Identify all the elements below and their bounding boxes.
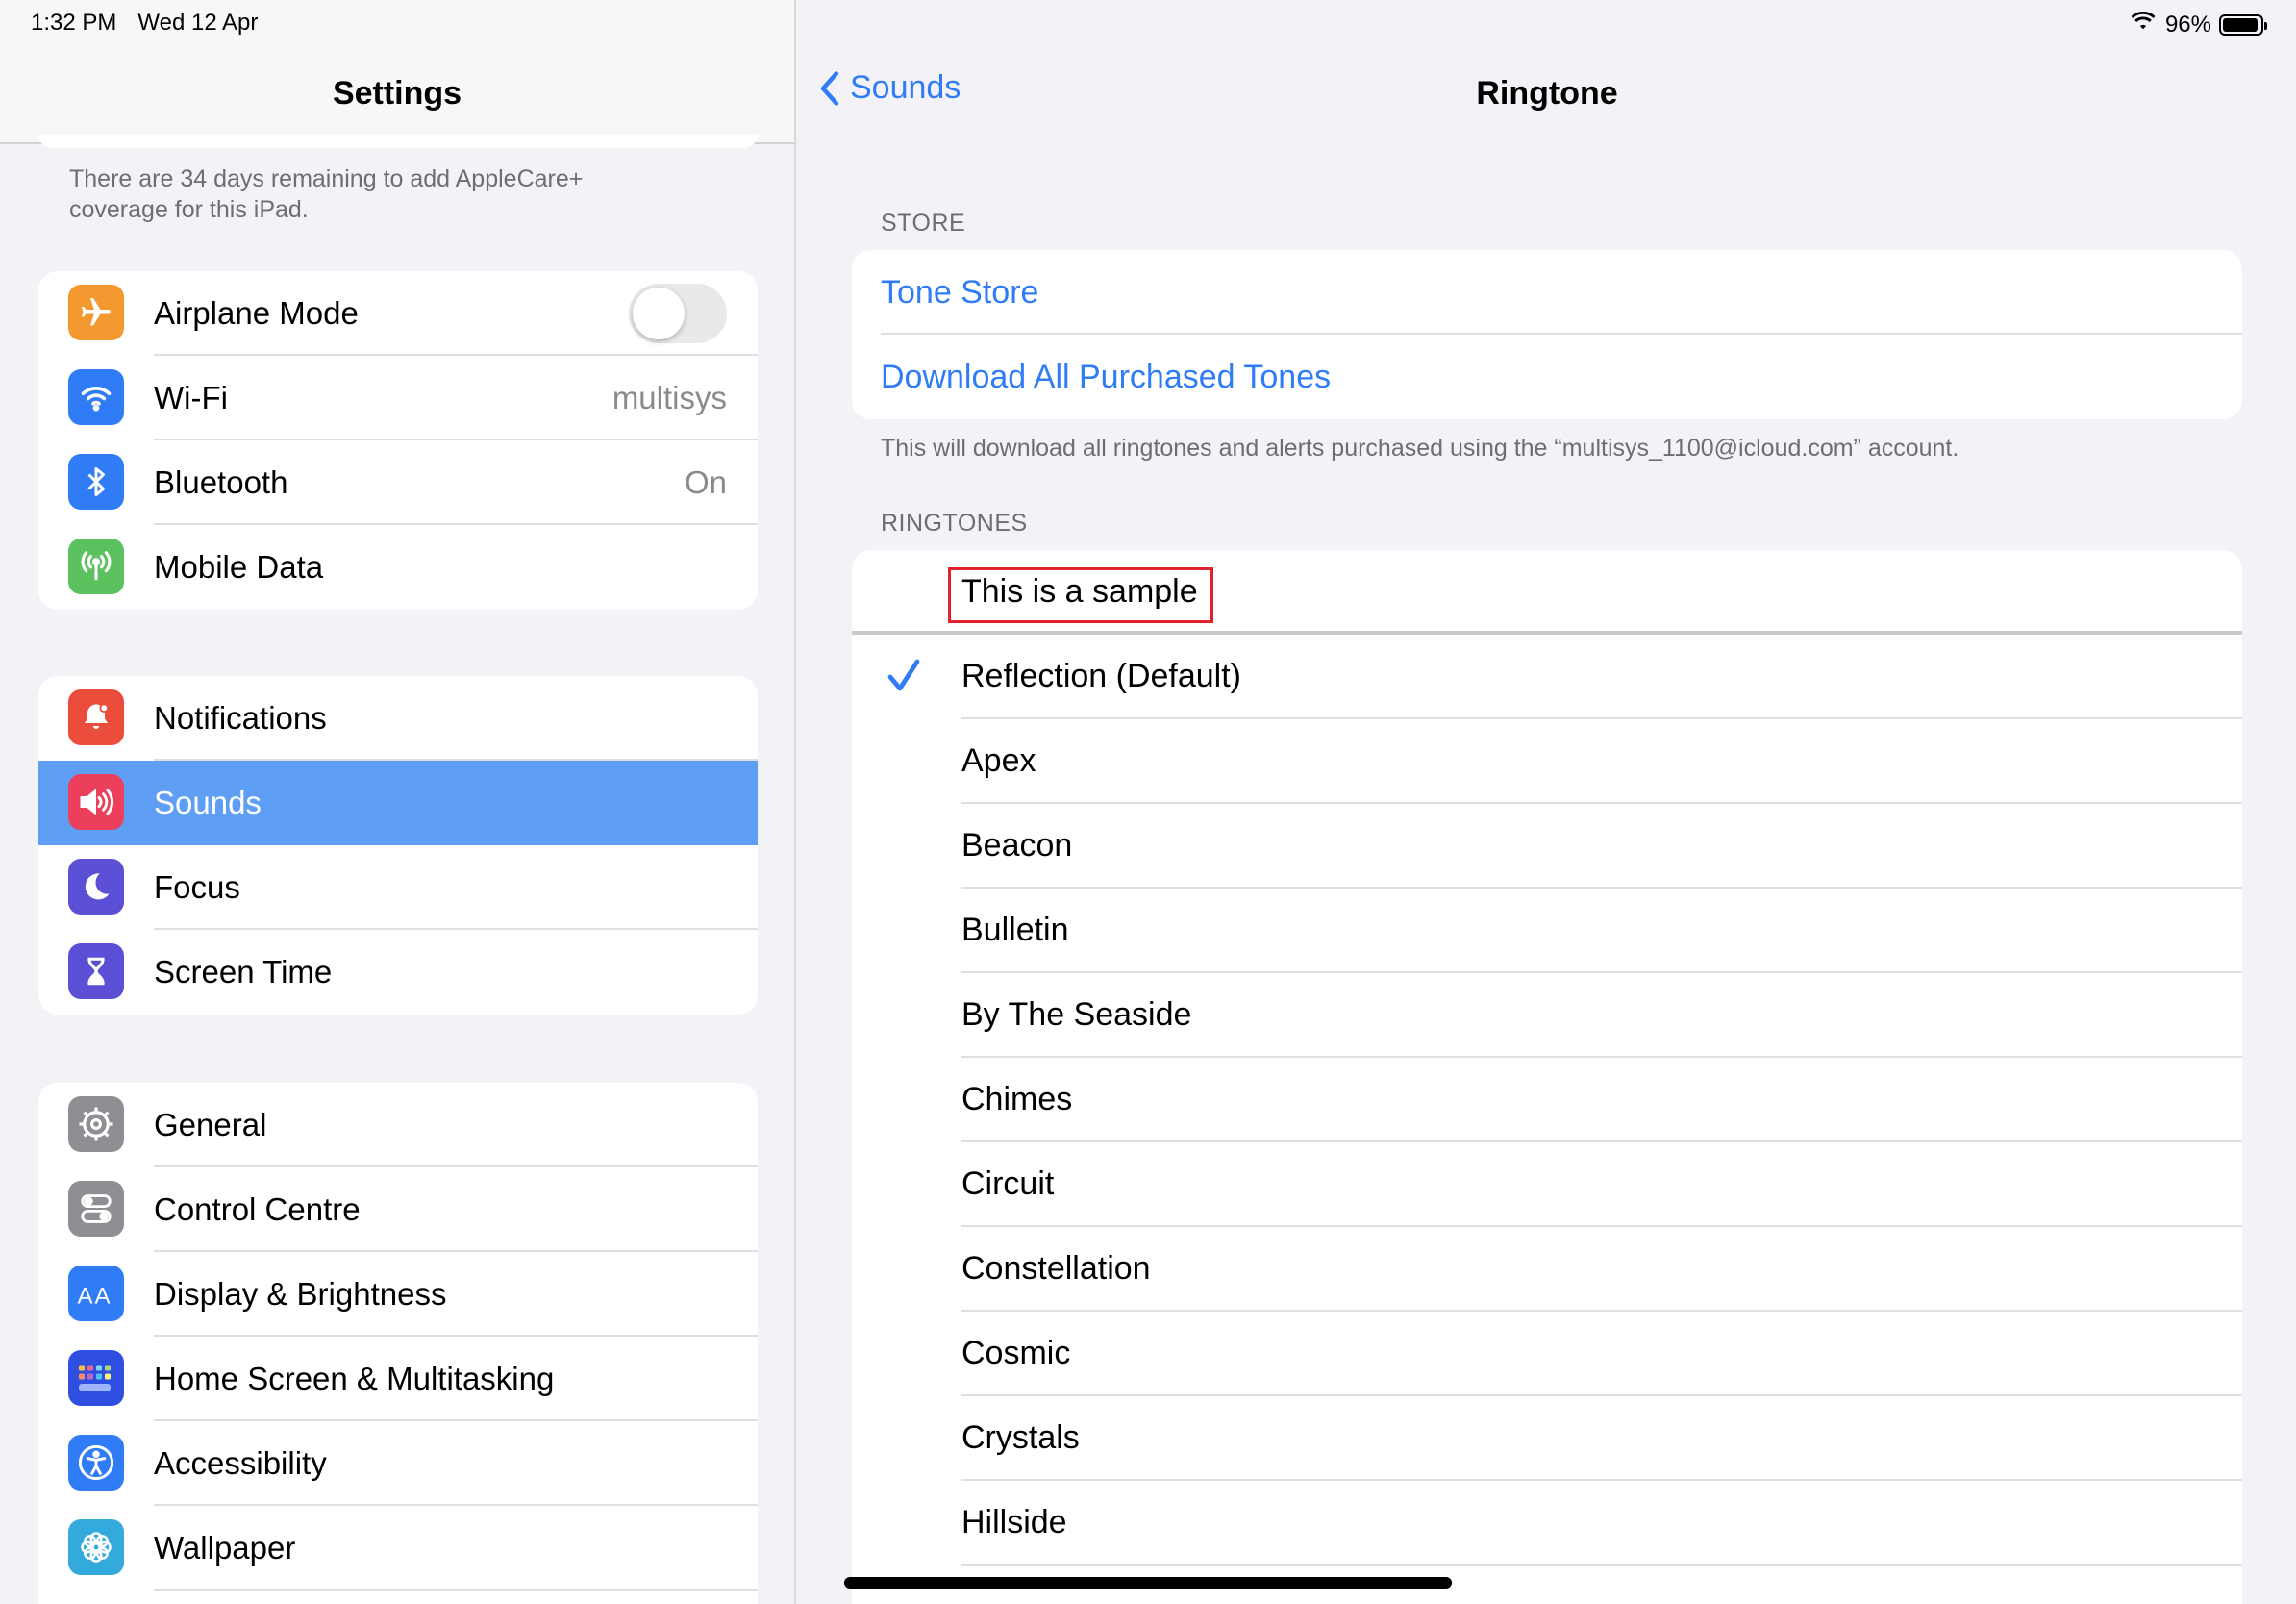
- sidebar-item-label: Wallpaper: [154, 1530, 296, 1566]
- tone-store-link[interactable]: Tone Store: [881, 274, 1038, 312]
- ringtones-section-header: RINGTONES: [881, 510, 1028, 537]
- sidebar-item-screen-time[interactable]: Screen Time: [38, 930, 758, 1015]
- download-all-tones-link[interactable]: Download All Purchased Tones: [881, 359, 1331, 396]
- list-item[interactable]: Apex: [852, 719, 2242, 804]
- list-item[interactable]: Reflection (Default): [852, 635, 2242, 719]
- applecare-note: There are 34 days remaining to add Apple…: [69, 165, 584, 223]
- sidebar-item-label: Control Centre: [154, 1191, 361, 1227]
- sidebar-item-mobile-data[interactable]: Mobile Data: [38, 525, 758, 610]
- sidebar-item-label: Sounds: [154, 785, 262, 820]
- list-item[interactable]: By The Seaside: [852, 973, 2242, 1058]
- sidebar-item-label: Wi-Fi: [154, 380, 228, 415]
- tone-store-row[interactable]: Tone Store: [852, 250, 2242, 335]
- sidebar-item-control-centre[interactable]: Control Centre: [38, 1167, 758, 1252]
- list-item[interactable]: Cosmic: [852, 1312, 2242, 1396]
- divider: [961, 1564, 2242, 1566]
- list-item[interactable]: Crystals: [852, 1396, 2242, 1481]
- toggle-knob: [633, 288, 685, 339]
- status-date: Wed 12 Apr: [137, 10, 259, 36]
- checkmark-icon: [887, 659, 920, 691]
- wifi-network-value: multisys: [611, 380, 727, 415]
- sidebar-item-label: Accessibility: [154, 1445, 327, 1481]
- page-title: Ringtone: [1476, 75, 1618, 112]
- list-item[interactable]: Beacon: [852, 804, 2242, 889]
- ringtone-label: Bulletin: [961, 912, 1069, 948]
- ringtone-label: Constellation: [961, 1250, 1151, 1287]
- sample-label: This is a sample: [961, 573, 1198, 610]
- download-all-row[interactable]: Download All Purchased Tones: [852, 335, 2242, 419]
- ringtone-label: Circuit: [961, 1165, 1055, 1202]
- ringtone-label: Reflection (Default): [961, 658, 1242, 694]
- sidebar-item-label: Focus: [154, 869, 240, 905]
- ringtone-label: Apex: [961, 742, 1036, 779]
- ringtone-detail: Sounds Ringtone STORE Tone Store Downloa…: [798, 0, 2296, 1604]
- ringtone-label: Cosmic: [961, 1335, 1071, 1371]
- ringtones-list: This is a sample Reflection (Default) Ap…: [852, 550, 2242, 1604]
- sidebar-item-notifications[interactable]: Notifications: [38, 676, 758, 761]
- sidebar-item-airplane-mode[interactable]: Airplane Mode: [38, 271, 758, 356]
- ringtone-label: By The Seaside: [961, 996, 1192, 1033]
- bluetooth-status-value: On: [684, 464, 727, 500]
- switches-icon: [68, 1181, 124, 1237]
- sidebar-item-label: General: [154, 1107, 267, 1142]
- sidebar-item-bluetooth[interactable]: Bluetooth On: [38, 440, 758, 525]
- notifications-group: Notifications Sounds Focus Screen Time: [38, 676, 758, 1015]
- settings-sidebar: Settings There are 34 days remaining to …: [0, 0, 796, 1604]
- sidebar-item-label: Mobile Data: [154, 549, 324, 585]
- antenna-icon: [68, 539, 124, 594]
- gear-icon: [68, 1096, 124, 1152]
- svg-text:A: A: [95, 1284, 111, 1309]
- text-size-icon: AA: [68, 1266, 124, 1321]
- list-item[interactable]: Bulletin: [852, 889, 2242, 973]
- sidebar-item-sounds[interactable]: Sounds: [38, 761, 758, 845]
- sample-row: This is a sample: [852, 550, 2242, 635]
- store-section-header: STORE: [881, 210, 966, 237]
- sidebar-item-display-brightness[interactable]: AA Display & Brightness: [38, 1252, 758, 1337]
- accessibility-icon: [68, 1435, 124, 1491]
- wifi-icon: [68, 369, 124, 425]
- sidebar-item-wallpaper[interactable]: Wallpaper: [38, 1506, 758, 1591]
- general-group: General Control Centre AA Display & Brig…: [38, 1083, 758, 1604]
- sidebar-item-label: Screen Time: [154, 954, 333, 990]
- flower-icon: [68, 1519, 124, 1575]
- ringtone-label: Chimes: [961, 1081, 1073, 1117]
- sidebar-item-label: Notifications: [154, 700, 327, 736]
- speaker-icon: [68, 774, 124, 830]
- status-bar-left: 1:32 PM Wed 12 Apr: [31, 10, 258, 37]
- divider: [154, 1589, 758, 1591]
- ringtone-label: Beacon: [961, 827, 1073, 864]
- sidebar-item-focus[interactable]: Focus: [38, 845, 758, 930]
- list-item[interactable]: Circuit: [852, 1142, 2242, 1227]
- airplane-mode-toggle[interactable]: [629, 284, 727, 343]
- applecare-card[interactable]: [38, 135, 758, 148]
- status-time: 1:32 PM: [31, 10, 117, 36]
- sidebar-item-home-screen[interactable]: Home Screen & Multitasking: [38, 1337, 758, 1421]
- sidebar-item-general[interactable]: General: [38, 1083, 758, 1167]
- connectivity-group: Airplane Mode Wi-Fi multisys Bluetooth O…: [38, 271, 758, 610]
- bell-icon: [68, 689, 124, 745]
- list-item[interactable]: Hillside: [852, 1481, 2242, 1566]
- sidebar-item-label: Airplane Mode: [154, 295, 359, 331]
- ringtone-label: Hillside: [961, 1504, 1067, 1541]
- moon-icon: [68, 859, 124, 915]
- store-group: Tone Store Download All Purchased Tones: [852, 250, 2242, 419]
- hourglass-icon: [68, 943, 124, 999]
- sidebar-item-label: Display & Brightness: [154, 1276, 447, 1312]
- ringtone-label: Crystals: [961, 1419, 1080, 1456]
- svg-text:A: A: [78, 1284, 93, 1309]
- store-footer-note: This will download all ringtones and ale…: [881, 435, 1959, 462]
- sidebar-item-label: Home Screen & Multitasking: [154, 1361, 555, 1396]
- list-item[interactable]: Constellation: [852, 1227, 2242, 1312]
- sidebar-item-label: Bluetooth: [154, 464, 288, 500]
- home-indicator[interactable]: [844, 1577, 1452, 1589]
- grid-icon: [68, 1350, 124, 1406]
- airplane-icon: [68, 285, 124, 340]
- sidebar-title: Settings: [332, 75, 462, 112]
- bluetooth-icon: [68, 454, 124, 510]
- list-item[interactable]: Chimes: [852, 1058, 2242, 1142]
- sidebar-item-accessibility[interactable]: Accessibility: [38, 1421, 758, 1506]
- sidebar-item-wifi[interactable]: Wi-Fi multisys: [38, 356, 758, 440]
